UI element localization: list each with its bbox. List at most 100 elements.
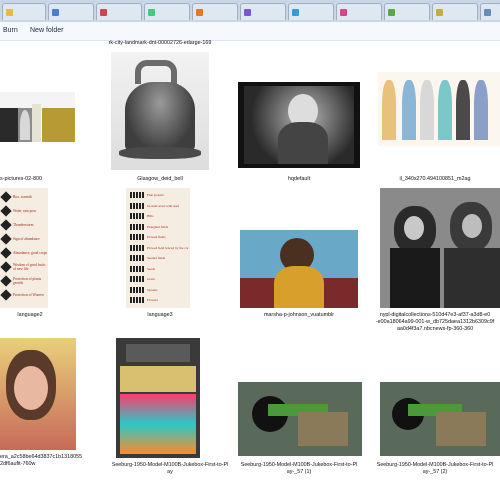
- file-name: s-pictures-02-800: [0, 176, 42, 182]
- taskbar-tab-strip: [0, 0, 500, 23]
- header-label: Grain: [147, 277, 155, 282]
- symbol-glyph-icon: [0, 219, 12, 231]
- symbol-row: Wisdom of good fruits of new life: [0, 260, 48, 274]
- window-tab[interactable]: [480, 3, 500, 20]
- file-item[interactable]: il_340x270.494100851_m2ag: [370, 68, 500, 185]
- header-row: Sprouts: [126, 285, 190, 296]
- file-name: ay-_57 (2): [422, 469, 448, 475]
- pattern-glyph-icon: [130, 223, 144, 230]
- file-item[interactable]: hqdefault: [234, 78, 364, 185]
- header-label: Fine ground: [147, 193, 164, 198]
- burn-button[interactable]: Burn: [0, 24, 21, 38]
- header-row: Plowed fields: [126, 232, 190, 243]
- file-name: ay-_57 (1): [286, 469, 312, 475]
- new-folder-button[interactable]: New folder: [27, 24, 66, 38]
- file-item[interactable]: Seeburg-1950-Model-M100B-Jukebox-First-t…: [110, 336, 230, 486]
- file-item[interactable]: Seeburg-1950-Model-M100B-Jukebox-First-t…: [370, 380, 500, 486]
- window-tab[interactable]: [96, 3, 142, 20]
- file-name: Seeburg-1950-Model-M100B-Jukebox-First-t…: [240, 462, 358, 468]
- window-tab[interactable]: [48, 3, 94, 20]
- file-item[interactable]: Glasgow_deid_bell: [105, 50, 225, 185]
- pattern-glyph-icon: [130, 192, 144, 199]
- file-thumbnail: [0, 338, 76, 450]
- window-tab[interactable]: [432, 3, 478, 20]
- symbol-label: Box, warmth: [13, 195, 32, 199]
- language-header-list: Fine ground Ground sown with seed Hills Plo…: [126, 190, 190, 306]
- header-label: Ground sown with seed: [147, 203, 180, 208]
- header-row: Grain: [126, 274, 190, 285]
- window-tab[interactable]: [192, 3, 238, 20]
- header-label: Seeds: [147, 266, 155, 271]
- folder-icon: [6, 8, 13, 16]
- browser-icon: [196, 8, 203, 16]
- symbol-glyph-icon: [0, 247, 12, 259]
- pattern-glyph-icon: [130, 286, 144, 293]
- file-thumbnail: [0, 82, 75, 158]
- file-thumbnail: Box, warmth Water, rain pour Thunderstorm S…: [0, 188, 48, 308]
- symbol-row: Protection of Women: [0, 288, 48, 302]
- window-tab[interactable]: [144, 3, 190, 20]
- symbol-glyph-icon: [0, 261, 12, 273]
- file-name: il_340x270.494100851_m2ag: [399, 176, 471, 182]
- file-name: Seeburg-1950-Model-M100B-Jukebox-First-t…: [376, 462, 494, 468]
- symbol-glyph-icon: [0, 275, 12, 287]
- header-label: Plowed field fenced by the cor: [147, 245, 189, 250]
- pattern-glyph-icon: [130, 202, 144, 209]
- browser-icon: [484, 8, 491, 16]
- symbol-row: Sign of abundance: [0, 232, 48, 246]
- symbol-label: Abundance, good crops: [13, 251, 48, 255]
- file-item[interactable]: Box, warmth Water, rain pour Thunderstorm S…: [0, 186, 90, 324]
- file-thumbnail: [238, 82, 360, 168]
- symbol-label: Wisdom of good fruits of new life: [13, 263, 46, 271]
- window-tab[interactable]: [240, 3, 286, 20]
- symbol-row: Box, warmth: [0, 190, 48, 204]
- file-thumbnail: [240, 230, 358, 308]
- header-label: Ploughed fields: [147, 224, 169, 229]
- header-label: Seeded fields: [147, 256, 166, 261]
- file-item[interactable]: era_a2c58be64d3837c1b1318055 2df6aufit-7…: [0, 336, 90, 486]
- file-item[interactable]: Seeburg-1950-Model-M100B-Jukebox-First-t…: [234, 380, 364, 486]
- pattern-glyph-icon: [130, 297, 144, 304]
- browser-icon: [52, 8, 59, 16]
- file-thumbnail: [378, 72, 500, 146]
- explorer-toolbar: Burn New folder: [0, 22, 500, 41]
- symbol-row: Abundance, good crops: [0, 246, 48, 260]
- header-row: Ploughed fields: [126, 222, 190, 233]
- symbol-glyph-icon: [0, 191, 12, 203]
- header-row: Fine ground: [126, 190, 190, 201]
- file-name: marsha-p-johnson_vuatumblr: [263, 312, 335, 318]
- browser-icon: [340, 8, 347, 16]
- file-thumbnail: Fine ground Ground sown with seed Hills Plo…: [126, 188, 190, 308]
- browser-icon: [388, 8, 395, 16]
- file-name: Glasgow_deid_bell: [137, 176, 183, 182]
- file-name: nypl-digitalcollections-510d47e3-af37-a3…: [379, 312, 491, 318]
- file-name: 2df6aufit-760w: [0, 461, 36, 467]
- file-name: rk-city-landmark-dnt-00002726-edarge-169: [108, 40, 212, 46]
- symbol-label: Protection of Women: [13, 293, 44, 297]
- file-grid: rk-city-landmark-dnt-00002726-edarge-169…: [0, 40, 500, 500]
- window-tab[interactable]: [336, 3, 382, 20]
- file-name: -e00a18064a99-001-w_db725daea1312b6309c9…: [375, 319, 495, 325]
- browser-icon: [436, 8, 443, 16]
- header-row: Flowers: [126, 295, 190, 306]
- symbol-row: Thunderstorm: [0, 218, 48, 232]
- header-row: Ground sown with seed: [126, 201, 190, 212]
- header-label: Flowers: [147, 298, 158, 303]
- header-label: Hills: [147, 214, 154, 219]
- symbol-label: Water, rain pour: [13, 209, 37, 213]
- pattern-glyph-icon: [130, 276, 144, 283]
- header-row: Hills: [126, 211, 190, 222]
- symbol-label: Thunderstorm: [13, 223, 34, 227]
- window-tab[interactable]: [288, 3, 334, 20]
- pattern-glyph-icon: [130, 213, 144, 220]
- file-thumbnail: [380, 382, 500, 456]
- browser-icon: [244, 8, 251, 16]
- file-item[interactable]: Fine ground Ground sown with seed Hills Plo…: [110, 186, 210, 324]
- window-tab[interactable]: [2, 3, 46, 20]
- file-item[interactable]: marsha-p-johnson_vuatumblr: [234, 226, 364, 324]
- window-tab[interactable]: [384, 3, 430, 20]
- pattern-glyph-icon: [130, 255, 144, 262]
- file-item[interactable]: s-pictures-02-800: [0, 40, 90, 185]
- file-thumbnail: [111, 52, 209, 170]
- file-item[interactable]: nypl-digitalcollections-510d47e3-af37-a3…: [370, 186, 500, 346]
